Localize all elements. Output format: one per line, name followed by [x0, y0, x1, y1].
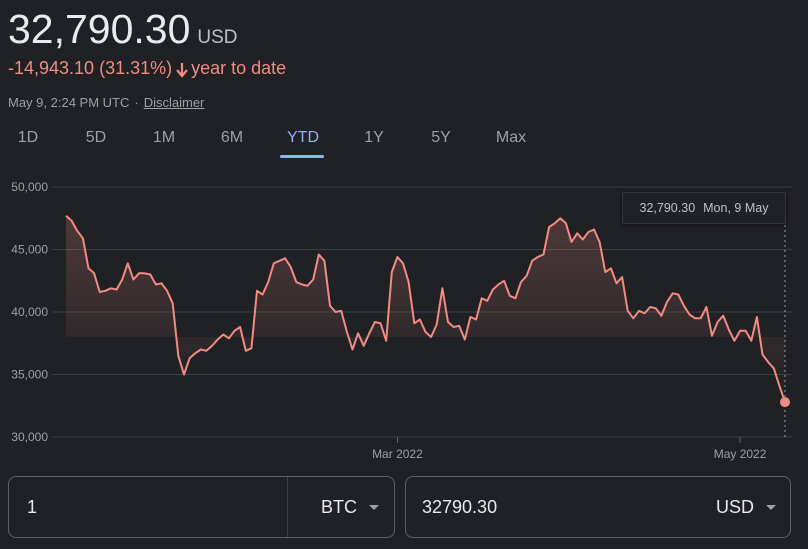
active-tab-indicator [280, 155, 324, 158]
from-amount-input[interactable]: 1 [27, 497, 37, 518]
tab-6m[interactable]: 6M [207, 128, 257, 158]
range-tabs: 1D 5D 1M 6M YTD 1Y 5Y Max [0, 128, 560, 162]
tab-max[interactable]: Max [486, 128, 536, 158]
y-tick-label: 45,000 [11, 243, 48, 257]
converter-to: 32790.30 USD [405, 476, 791, 538]
y-tick-label: 50,000 [11, 180, 48, 194]
y-tick-label: 35,000 [11, 368, 48, 382]
chevron-down-icon [369, 504, 379, 510]
y-tick-label: 40,000 [11, 305, 48, 319]
tooltip-date: Mon, 9 May [703, 201, 769, 215]
tab-ytd[interactable]: YTD [278, 128, 328, 158]
change-period: year to date [191, 58, 287, 78]
tooltip-value: 32,790.30 [639, 201, 696, 215]
to-currency-select[interactable]: USD [684, 477, 790, 537]
x-tick-label: Mar 2022 [372, 447, 423, 461]
chevron-down-icon [766, 504, 777, 510]
from-currency-select[interactable]: BTC [287, 477, 395, 537]
finance-widget: 32,790.30 USD -14,943.10 (31.31%) year t… [0, 0, 808, 549]
tab-5y[interactable]: 5Y [416, 128, 466, 158]
tab-1m[interactable]: 1M [139, 128, 189, 158]
y-tick-label: 30,000 [11, 430, 48, 444]
disclaimer-link[interactable]: Disclaimer [144, 95, 205, 110]
price-currency: USD [197, 27, 238, 48]
change-value: -14,943.10 (31.31%) [8, 58, 173, 78]
tab-1d[interactable]: 1D [3, 128, 53, 158]
current-point-marker [780, 397, 790, 408]
price-tooltip: 32,790.30 Mon, 9 May [622, 192, 786, 224]
tab-5d[interactable]: 5D [71, 128, 121, 158]
arrow-down-icon [176, 62, 188, 78]
to-currency-label: USD [716, 496, 755, 517]
converter-from: 1 BTC [8, 476, 395, 538]
from-currency-label: BTC [321, 496, 357, 517]
timestamp-row: May 9, 2:24 PM UTC · Disclaimer [8, 95, 204, 110]
price-header: 32,790.30 USD [8, 6, 238, 53]
to-amount-input[interactable]: 32790.30 [422, 497, 497, 518]
price-change: -14,943.10 (31.31%) year to date [8, 58, 286, 79]
separator: · [134, 95, 139, 110]
current-price: 32,790.30 [8, 6, 191, 52]
x-tick-label: May 2022 [714, 447, 767, 461]
timestamp: May 9, 2:24 PM UTC [8, 95, 130, 110]
tab-1y[interactable]: 1Y [349, 128, 399, 158]
